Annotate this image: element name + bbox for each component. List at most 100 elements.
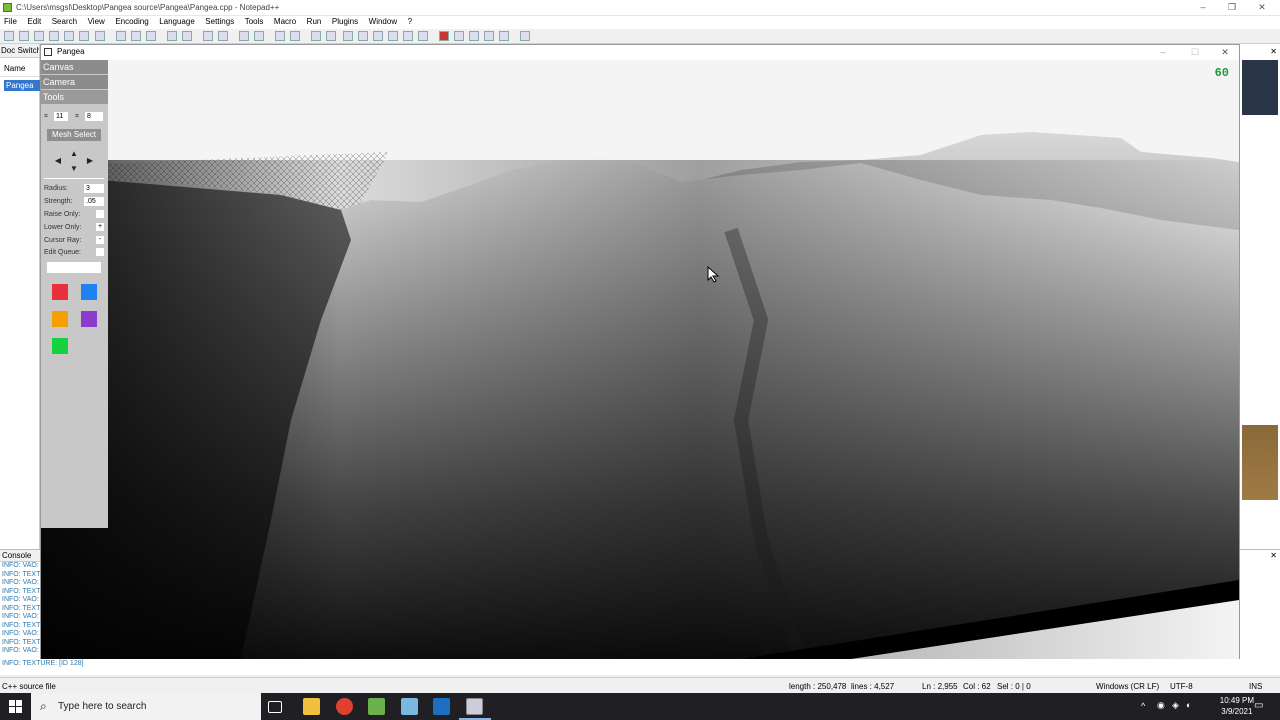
taskbar-search-box[interactable]: ⌕ Type here to search	[31, 693, 261, 720]
arrow-up-icon[interactable]: ▲	[69, 149, 79, 159]
raise-only-checkbox[interactable]	[96, 210, 104, 218]
minimize-icon[interactable]: –	[1193, 2, 1213, 12]
grid-x-input[interactable]: 11	[54, 112, 68, 121]
chevron-up-icon[interactable]: ^	[1141, 701, 1145, 711]
grid-y-input[interactable]: 8	[85, 112, 103, 121]
minimize-icon[interactable]: –	[1153, 47, 1173, 57]
menu-edit[interactable]: Edit	[23, 16, 45, 28]
status-insert-mode: INS	[1249, 682, 1263, 691]
menu-help[interactable]: ?	[404, 16, 416, 28]
task-view-icon[interactable]	[268, 701, 282, 713]
stop-macro-icon[interactable]	[454, 31, 464, 41]
new-file-icon[interactable]	[4, 31, 14, 41]
close-icon[interactable]: ✕	[1252, 2, 1272, 13]
find-icon[interactable]	[203, 31, 213, 41]
menu-plugins[interactable]: Plugins	[328, 16, 362, 28]
sync-v-icon[interactable]	[275, 31, 285, 41]
swatch-orange[interactable]	[52, 311, 68, 327]
taskbar-clock[interactable]: 10:49 PM 3/9/2021	[1220, 695, 1254, 717]
open-file-item[interactable]: Pangea	[4, 80, 40, 91]
maximize-icon[interactable]: ❐	[1222, 2, 1242, 13]
run-macro-multiple-icon[interactable]	[484, 31, 494, 41]
section-canvas[interactable]: Canvas	[41, 60, 108, 74]
save-icon[interactable]	[34, 31, 44, 41]
security-icon[interactable]: ◈	[1172, 700, 1179, 711]
cursor-ray-checkbox[interactable]: -	[96, 236, 104, 244]
print-icon[interactable]	[95, 31, 105, 41]
terrain-render[interactable]	[41, 60, 1239, 659]
sync-h-icon[interactable]	[290, 31, 300, 41]
record-macro-icon[interactable]	[439, 31, 449, 41]
undo-icon[interactable]	[167, 31, 177, 41]
chrome-icon[interactable]	[336, 698, 353, 715]
swatch-purple[interactable]	[81, 311, 97, 327]
zoom-out-icon[interactable]	[254, 31, 264, 41]
color-preview[interactable]	[47, 262, 101, 273]
arrow-right-icon[interactable]: ▶	[85, 156, 95, 166]
fps-counter: 60	[1214, 66, 1229, 80]
lang-define-icon[interactable]	[358, 31, 368, 41]
section-camera[interactable]: Camera	[41, 75, 108, 89]
document-map-preview[interactable]	[1242, 60, 1278, 540]
cut-icon[interactable]	[116, 31, 126, 41]
close-all-icon[interactable]	[79, 31, 89, 41]
close-panel-icon[interactable]: ✕	[1270, 551, 1277, 560]
close-icon[interactable]: ✕	[1215, 47, 1235, 58]
swatch-red[interactable]	[52, 284, 68, 300]
menu-run[interactable]: Run	[303, 16, 326, 28]
doc-switcher-toggle-icon[interactable]	[520, 31, 530, 41]
folder-workspace-icon[interactable]	[403, 31, 413, 41]
doc-map-icon[interactable]	[373, 31, 383, 41]
menu-file[interactable]: File	[0, 16, 21, 28]
menu-view[interactable]: View	[84, 16, 109, 28]
copy-icon[interactable]	[131, 31, 141, 41]
notepad-plus-plus-icon[interactable]	[368, 698, 385, 715]
menu-window[interactable]: Window	[365, 16, 401, 28]
edit-queue-checkbox[interactable]	[96, 248, 104, 256]
zoom-in-icon[interactable]	[239, 31, 249, 41]
swatch-blue[interactable]	[81, 284, 97, 300]
lower-only-label: Lower Only:	[44, 224, 82, 231]
menu-language[interactable]: Language	[155, 16, 199, 28]
save-macro-icon[interactable]	[499, 31, 509, 41]
monitoring-icon[interactable]	[418, 31, 428, 41]
visual-studio-icon[interactable]	[433, 698, 450, 715]
redo-icon[interactable]	[182, 31, 192, 41]
paste-icon[interactable]	[146, 31, 156, 41]
status-ln: Ln : 2,955	[922, 682, 958, 691]
menu-search[interactable]: Search	[48, 16, 81, 28]
replace-icon[interactable]	[218, 31, 228, 41]
windows-start-icon[interactable]	[9, 700, 22, 713]
play-macro-icon[interactable]	[469, 31, 479, 41]
name-column-header[interactable]: Name	[0, 58, 39, 77]
arrow-left-icon[interactable]: ◀	[53, 156, 63, 166]
app-icon[interactable]	[401, 698, 418, 715]
mesh-select-button[interactable]: Mesh Select	[47, 129, 101, 141]
section-tools[interactable]: Tools	[41, 90, 108, 104]
maximize-icon[interactable]: ☐	[1185, 47, 1205, 58]
menu-tools[interactable]: Tools	[241, 16, 268, 28]
console-line: INFO: TEXT	[2, 570, 41, 578]
swatch-green[interactable]	[52, 338, 68, 354]
save-all-icon[interactable]	[49, 31, 59, 41]
lower-only-checkbox[interactable]: +	[96, 223, 104, 231]
volume-icon[interactable]: ◐	[1186, 700, 1191, 710]
menu-settings[interactable]: Settings	[201, 16, 238, 28]
menu-macro[interactable]: Macro	[270, 16, 300, 28]
menu-encoding[interactable]: Encoding	[111, 16, 152, 28]
close-file-icon[interactable]	[64, 31, 74, 41]
notification-icon[interactable]: ▭	[1254, 700, 1263, 711]
arrow-down-icon[interactable]: ▼	[69, 164, 79, 174]
radius-input[interactable]: 3	[84, 184, 104, 193]
file-explorer-icon[interactable]	[303, 698, 320, 715]
function-list-icon[interactable]	[388, 31, 398, 41]
network-icon[interactable]: ◉	[1157, 700, 1165, 711]
indent-guide-icon[interactable]	[343, 31, 353, 41]
word-wrap-icon[interactable]	[311, 31, 321, 41]
pangea-taskbar-icon[interactable]	[466, 698, 483, 715]
show-all-chars-icon[interactable]	[326, 31, 336, 41]
terrain-viewport[interactable]: 60	[41, 60, 1239, 659]
close-panel-icon[interactable]: ✕	[1270, 47, 1277, 56]
strength-input[interactable]: .05	[84, 197, 104, 206]
open-file-icon[interactable]	[19, 31, 29, 41]
